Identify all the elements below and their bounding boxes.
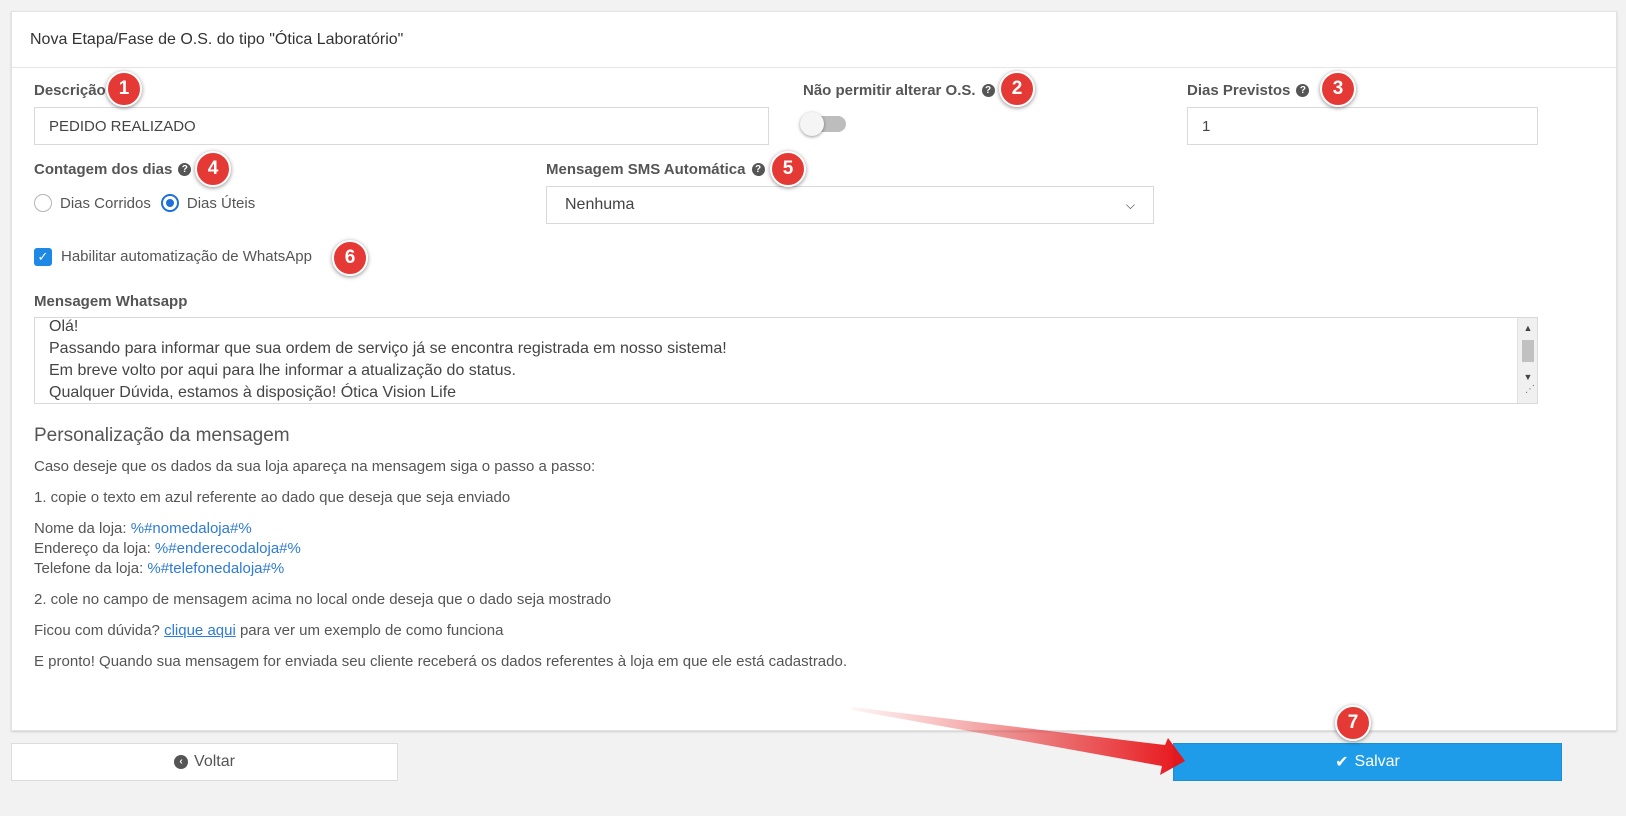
personalizacao-final: E pronto! Quando sua mensagem for enviad… [34, 653, 848, 670]
message-line: Em breve volto por aqui para lhe informa… [49, 362, 516, 379]
duvida-pre: Ficou com dúvida? [34, 622, 160, 639]
var-token[interactable]: %#enderecodaloja#% [155, 540, 301, 557]
resize-handle-icon[interactable]: ⋰ [1525, 379, 1535, 401]
question-circle-icon[interactable]: ? [751, 163, 765, 176]
nao-permitir-toggle[interactable] [800, 112, 846, 136]
voltar-label: Voltar [194, 753, 235, 770]
check-icon: ✔ [1335, 754, 1349, 771]
radio-label: Dias Úteis [186, 194, 256, 212]
radio-circle-checked[interactable] [160, 194, 179, 212]
step-badge-5: 5 [770, 151, 806, 187]
duvida-post: para ver um exemplo de como funciona [239, 622, 504, 639]
step-badge-1: 1 [106, 71, 142, 107]
scroll-up-icon[interactable]: ▲ [1518, 320, 1537, 336]
question-circle-icon[interactable]: ? [1296, 84, 1310, 97]
var-label: Nome da loja: [34, 520, 127, 537]
var-token[interactable]: %#nomedaloja#% [131, 520, 252, 537]
personalizacao-step2: 2. cole no campo de mensagem acima no lo… [34, 591, 612, 608]
duvida-line: Ficou com dúvida? clique aqui para ver u… [34, 622, 503, 639]
var-nome-loja: Nome da loja: %#nomedaloja#% [34, 520, 252, 537]
textarea-lines: Olá! Passando para informar que sua orde… [49, 318, 1523, 403]
radio-dias-uteis[interactable]: Dias Úteis [160, 194, 256, 212]
nao-permitir-label-text: Não permitir alterar O.S. [803, 82, 976, 99]
whatsapp-checkbox[interactable]: ✓ [34, 248, 52, 266]
toggle-knob [800, 112, 824, 136]
var-label: Endereço da loja: [34, 540, 151, 557]
voltar-button[interactable]: ‹ Voltar [11, 743, 398, 781]
mensagem-label: Mensagem Whatsapp [34, 293, 187, 310]
card-header: Nova Etapa/Fase de O.S. do tipo "Ótica L… [12, 12, 1616, 68]
clique-aqui-link[interactable]: clique aqui [164, 622, 236, 639]
dias-previstos-label-text: Dias Previstos [1187, 82, 1291, 99]
sms-selected-value: Nenhuma [565, 196, 635, 213]
salvar-label: Salvar [1354, 753, 1400, 770]
descricao-input[interactable]: PEDIDO REALIZADO [34, 107, 769, 145]
descricao-label: Descrição [34, 82, 106, 99]
sms-select[interactable]: Nenhuma ⌵ [546, 186, 1154, 224]
radio-label: Dias Corridos [60, 194, 151, 212]
contagem-label-text: Contagem dos dias [34, 161, 173, 178]
mensagem-label-text: Mensagem Whatsapp [34, 293, 188, 310]
chevron-down-icon: ⌵ [1125, 197, 1135, 212]
dias-previstos-input[interactable]: 1 [1187, 107, 1538, 145]
nao-permitir-label: Não permitir alterar O.S. ? [803, 82, 995, 99]
var-token[interactable]: %#telefonedaloja#% [147, 560, 284, 577]
personalizacao-title: Personalização da mensagem [34, 425, 290, 446]
contagem-radio-group: Dias Corridos Dias Úteis [34, 194, 255, 212]
contagem-label: Contagem dos dias ? [34, 161, 192, 178]
sms-label-text: Mensagem SMS Automática [546, 161, 746, 178]
scroll-thumb[interactable] [1522, 340, 1534, 362]
step-badge-4: 4 [195, 151, 231, 187]
var-endereco-loja: Endereço da loja: %#enderecodaloja#% [34, 540, 301, 557]
dias-previstos-label: Dias Previstos ? [1187, 82, 1310, 99]
descricao-label-text: Descrição [34, 82, 106, 99]
message-line: Olá! [49, 318, 79, 335]
arrow-circle-left-icon: ‹ [174, 755, 189, 769]
radio-dias-corridos[interactable]: Dias Corridos [34, 194, 151, 212]
question-circle-icon[interactable]: ? [178, 163, 192, 176]
sms-label: Mensagem SMS Automática ? [546, 161, 765, 178]
step-badge-3: 3 [1320, 71, 1356, 107]
personalizacao-intro: Caso deseje que os dados da sua loja apa… [34, 458, 596, 475]
step-badge-6: 6 [332, 240, 368, 276]
question-circle-icon[interactable]: ? [981, 84, 995, 97]
whatsapp-checkbox-label[interactable]: Habilitar automatização de WhatsApp [61, 248, 312, 265]
message-line: Qualquer Dúvida, estamos à disposição! Ó… [49, 384, 457, 401]
step-badge-7: 7 [1335, 705, 1371, 741]
var-telefone-loja: Telefone da loja: %#telefonedaloja#% [34, 560, 284, 577]
message-line: Passando para informar que sua ordem de … [49, 340, 727, 357]
salvar-button[interactable]: ✔ Salvar [1173, 743, 1562, 781]
personalizacao-step1: 1. copie o texto em azul referente ao da… [34, 489, 511, 506]
descricao-value: PEDIDO REALIZADO [49, 117, 196, 135]
step-badge-2: 2 [999, 71, 1035, 107]
dias-previstos-value: 1 [1202, 117, 1211, 135]
mensagem-textarea[interactable]: Olá! Passando para informar que sua orde… [34, 317, 1538, 404]
page-title: Nova Etapa/Fase de O.S. do tipo "Ótica L… [30, 30, 404, 48]
radio-circle[interactable] [34, 194, 52, 212]
var-label: Telefone da loja: [34, 560, 144, 577]
